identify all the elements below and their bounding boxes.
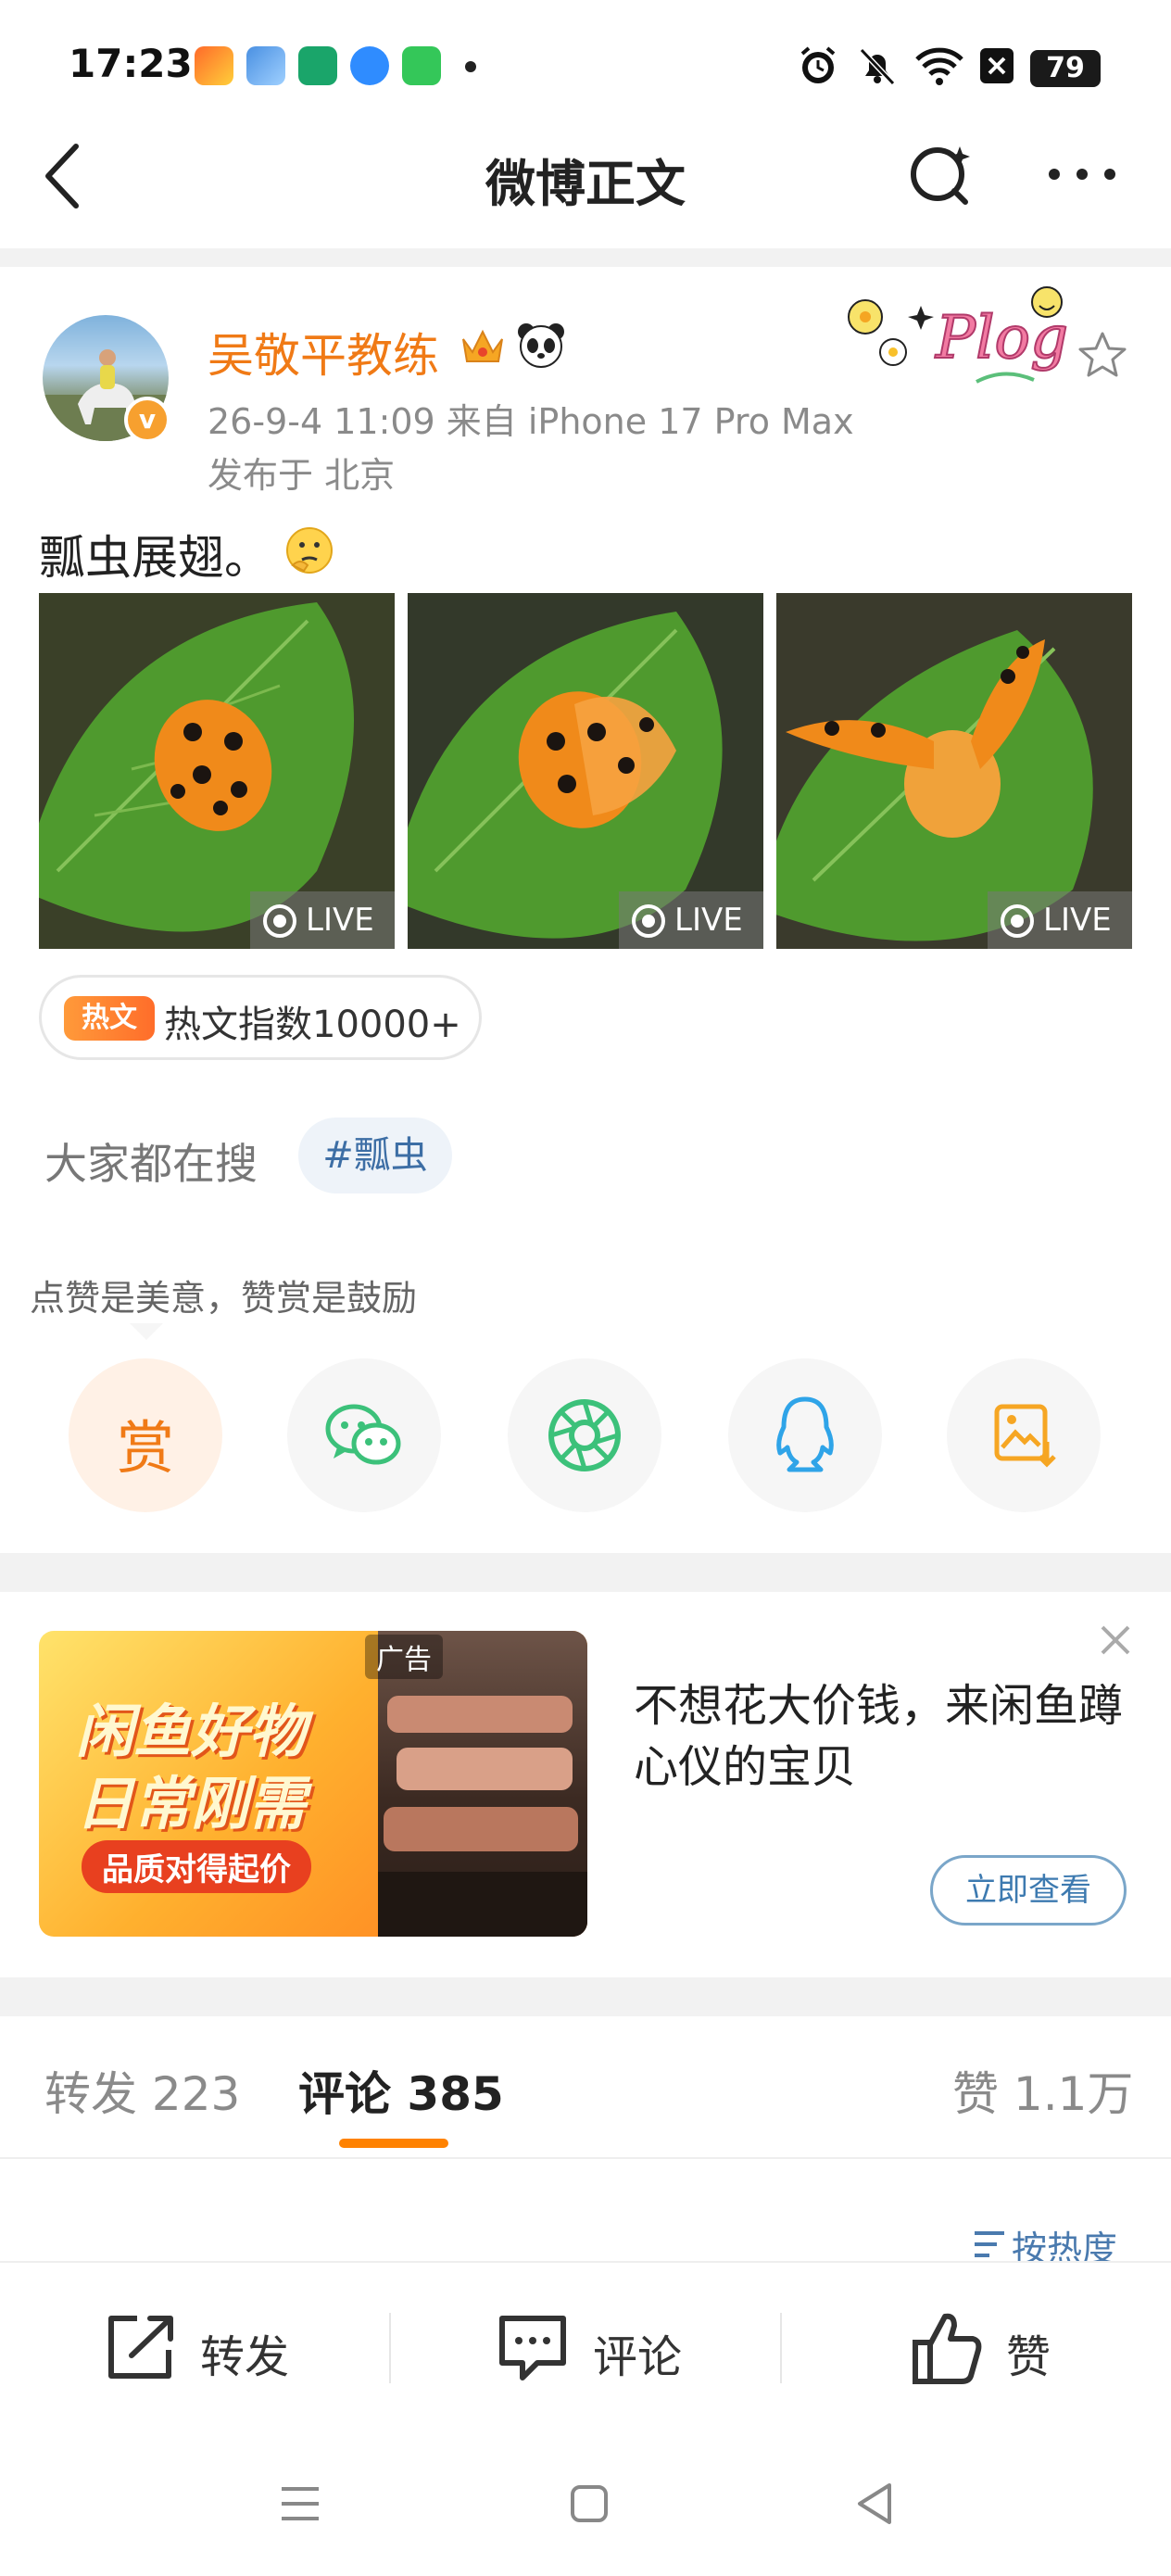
- post-photo[interactable]: LIVE: [39, 593, 395, 949]
- crown-icon: [462, 329, 503, 362]
- save-image-icon: [994, 1404, 1056, 1468]
- more-notifications-dot: [465, 61, 476, 72]
- hot-index-text: 热文指数10000+: [164, 1004, 461, 1046]
- share-wechat-button[interactable]: [287, 1358, 441, 1512]
- tab-like[interactable]: 赞 1.1万: [952, 2057, 1133, 2124]
- menu-icon[interactable]: [278, 2483, 322, 2524]
- post-photo[interactable]: LIVE: [408, 593, 763, 949]
- comment-icon[interactable]: [495, 2311, 571, 2385]
- more-options-icon[interactable]: [1045, 158, 1119, 191]
- thinking-emoji-icon: [286, 527, 333, 574]
- live-photo-badge: LIVE: [250, 891, 395, 949]
- save-image-button[interactable]: [947, 1358, 1101, 1512]
- close-ad-icon[interactable]: [1097, 1622, 1134, 1659]
- app-notification-icon: [195, 46, 233, 85]
- app-notification-icon: [350, 46, 389, 85]
- repost-button[interactable]: 转发: [200, 2320, 289, 2385]
- ad-text[interactable]: 不想花大价钱，来闲鱼蹲心仪的宝贝: [634, 1675, 1134, 1798]
- ad-headline-2: 日常刚需: [76, 1770, 307, 1837]
- verified-badge: v: [124, 397, 170, 443]
- author-name[interactable]: 吴敬平教练: [208, 319, 439, 385]
- section-divider: [0, 1553, 1171, 1592]
- section-divider: [0, 1977, 1171, 2016]
- share-qq-button[interactable]: [728, 1358, 882, 1512]
- home-icon[interactable]: [569, 2483, 610, 2524]
- battery-indicator: 79: [1030, 50, 1101, 87]
- post-text: 瓢虫展翅。: [39, 531, 271, 585]
- sort-icon[interactable]: [971, 2228, 1008, 2261]
- app-notification-icon: [402, 46, 441, 85]
- hot-index-badge[interactable]: 热文 热文指数10000+: [39, 975, 482, 1060]
- ad-image[interactable]: 闲鱼好物 日常刚需 品质对得起价: [39, 1631, 587, 1937]
- active-tab-indicator: [339, 2139, 448, 2148]
- wifi-icon: [915, 47, 963, 85]
- search-icon[interactable]: [904, 137, 978, 211]
- wechat-icon: [325, 1404, 401, 1465]
- tab-repost[interactable]: 转发 223: [44, 2057, 240, 2124]
- status-time: 17:23: [69, 41, 193, 86]
- ad-headline-1: 闲鱼好物: [76, 1698, 307, 1765]
- reward-icon: 赏: [116, 1414, 174, 1482]
- moments-icon: [548, 1399, 621, 1471]
- toolbar-separator: [780, 2313, 782, 2383]
- mute-bell-icon: [859, 47, 896, 86]
- reward-tip: 点赞是美意，赞赏是鼓励: [30, 1278, 418, 1319]
- favorite-star-icon[interactable]: [1077, 330, 1128, 382]
- comment-button[interactable]: 评论: [593, 2320, 682, 2385]
- plog-sticker-icon: Plog: [848, 286, 1069, 384]
- tab-comment[interactable]: 评论 385: [298, 2057, 504, 2124]
- post-date-device: 26-9-4 11:09 来自 iPhone 17 Pro Max: [208, 401, 854, 442]
- app-notification-icon: [246, 46, 285, 85]
- page-title: 微博正文: [485, 155, 686, 213]
- like-button[interactable]: 赞: [1006, 2320, 1051, 2385]
- panda-icon: [518, 323, 564, 368]
- live-photo-badge: LIVE: [988, 891, 1132, 949]
- qq-icon: [776, 1396, 834, 1472]
- live-photo-badge: LIVE: [619, 891, 763, 949]
- app-notification-icon: [298, 46, 337, 85]
- hot-tag: 热文: [64, 996, 155, 1041]
- ad-label: 广告: [365, 1635, 443, 1679]
- ad-view-button[interactable]: 立即查看: [930, 1855, 1127, 1926]
- weibo-post-page: 17:23 79 微博正文 v 吴敬平教练 Plog 26-9-4 11:09 …: [0, 0, 1171, 2576]
- tip-pointer: [130, 1323, 163, 1340]
- like-thumb-icon[interactable]: [910, 2307, 984, 2387]
- reward-button[interactable]: 赏: [69, 1358, 222, 1512]
- back-triangle-icon[interactable]: [854, 2481, 895, 2526]
- ad-slogan: 品质对得起价: [82, 1840, 311, 1893]
- repost-icon[interactable]: [104, 2311, 180, 2383]
- no-sim-icon: [980, 48, 1014, 83]
- alarm-icon: [800, 46, 836, 83]
- tab-divider: [0, 2157, 1171, 2159]
- trending-topic-link[interactable]: #瓢虫: [298, 1118, 452, 1193]
- post-photo[interactable]: LIVE: [776, 593, 1132, 949]
- section-divider: [0, 248, 1171, 267]
- trending-search-label: 大家都在搜: [44, 1139, 258, 1189]
- toolbar-separator: [389, 2313, 391, 2383]
- post-location: 发布于 北京: [208, 455, 396, 496]
- share-moments-button[interactable]: [508, 1358, 661, 1512]
